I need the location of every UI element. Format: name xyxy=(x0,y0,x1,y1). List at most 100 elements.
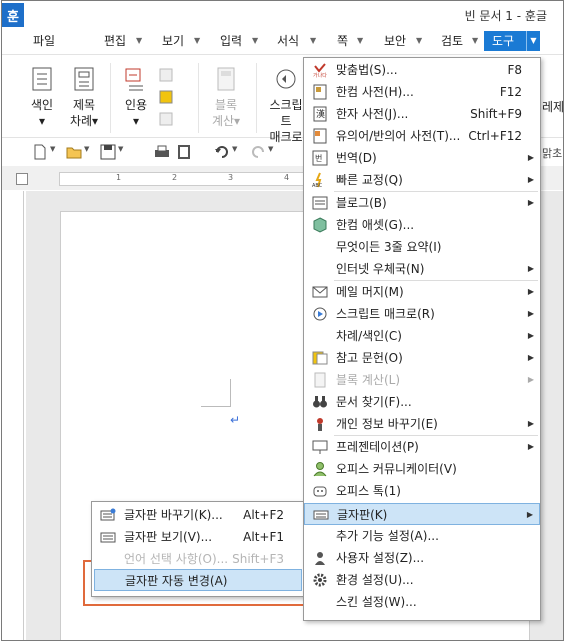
submenu-label: 글자판 보기(V)... xyxy=(124,530,213,544)
menu-security[interactable]: 보안 xyxy=(382,30,408,52)
menu-page[interactable]: 쪽 xyxy=(335,30,350,52)
index-button[interactable]: 색인 ▾ xyxy=(22,65,62,129)
menu-item[interactable]: 漢 한자 사전(J)... Shift+F9 xyxy=(304,103,540,125)
submenu-item-keyboard-auto-change[interactable]: 글자판 자동 변경(A) xyxy=(94,569,302,591)
chevron-down-icon[interactable]: ▼ xyxy=(357,30,363,52)
menu-item[interactable]: 문서 찾기(F)... xyxy=(304,391,540,413)
toc-button[interactable]: 제목 차례▾ xyxy=(64,65,104,129)
menu-item[interactable]: 인터넷 우체국(N) ▶ xyxy=(304,258,540,280)
ribbon-divider xyxy=(198,63,199,133)
menu-item[interactable]: 한컴 애셋(G)... xyxy=(304,214,540,236)
submenu-label: 글자판 자동 변경(A) xyxy=(125,574,228,588)
menu-item[interactable]: 가나다 맞춤법(S)... F8 xyxy=(304,59,540,81)
presentation-icon xyxy=(312,440,328,454)
script-macro-button[interactable]: 스크립트 매크로 xyxy=(264,65,308,145)
app-window: 훈 빈 문서 1 - 훈글 파일 편집 ▼ 보기 ▼ 입력 ▼ 서식 ▼ 쪽 ▼… xyxy=(1,0,564,641)
print-icon[interactable] xyxy=(154,144,170,160)
submenu-arrow-icon: ▶ xyxy=(527,175,534,184)
app-logo[interactable]: 훈 xyxy=(2,3,24,27)
citation-small-icons[interactable] xyxy=(156,65,178,135)
menu-insert[interactable]: 입력 xyxy=(218,30,244,52)
menu-item[interactable]: 무엇이든 3줄 요약(I) xyxy=(304,236,540,258)
menu-item[interactable]: 참고 문헌(O) ▶ xyxy=(304,347,540,369)
tab-stop-selector[interactable] xyxy=(16,173,28,185)
keyboard-switch-icon xyxy=(100,508,116,521)
chevron-down-icon[interactable]: ▼ xyxy=(526,31,540,51)
open-folder-icon[interactable] xyxy=(66,144,82,160)
menu-item[interactable]: 오피스 톡(1) xyxy=(304,480,540,502)
menu-item-label: 문서 찾기(F)... xyxy=(336,395,412,409)
menu-item-label: 번역(D) xyxy=(336,151,377,165)
chevron-down-icon[interactable]: ▼ xyxy=(268,145,273,153)
menu-item[interactable]: 사용자 설정(Z)... xyxy=(304,547,540,569)
save-icon[interactable] xyxy=(100,144,116,160)
undo-icon[interactable] xyxy=(214,144,230,160)
menu-item[interactable]: 스킨 설정(W)... xyxy=(304,591,540,613)
submenu-shortcut: Alt+F2 xyxy=(243,508,284,522)
menu-item-label: 무엇이든 3줄 요약(I) xyxy=(336,240,442,254)
toc-label: 제목 xyxy=(72,98,96,112)
menu-item-label: 개인 정보 바꾸기(E) xyxy=(336,417,438,431)
chevron-down-icon[interactable]: ▼ xyxy=(472,30,478,52)
menu-item[interactable]: 글자판(K) ▶ xyxy=(304,503,540,525)
chevron-down-icon[interactable]: ▼ xyxy=(118,145,123,153)
chevron-down-icon[interactable]: ▼ xyxy=(84,145,89,153)
chevron-down-icon[interactable]: ▼ xyxy=(310,30,316,52)
menu-item[interactable]: 메일 머지(M) ▶ xyxy=(304,281,540,303)
menu-item[interactable]: ABC 빠른 교정(Q) ▶ xyxy=(304,169,540,191)
submenu-item-language-options[interactable]: 언어 선택 사항(O)... Shift+F3 xyxy=(92,548,304,566)
mail-merge-icon xyxy=(312,286,328,298)
new-document-icon[interactable] xyxy=(32,144,48,160)
menu-tools[interactable]: 도구 ▼ xyxy=(484,31,540,51)
menu-edit[interactable]: 편집 xyxy=(102,30,128,52)
ruler-tick: 3 xyxy=(228,173,234,182)
menu-item-label: 사용자 설정(Z)... xyxy=(336,551,425,565)
preview-icon[interactable] xyxy=(176,144,192,160)
chevron-down-icon[interactable]: ▼ xyxy=(416,30,422,52)
chevron-down-icon[interactable]: ▼ xyxy=(50,145,55,153)
menu-item-shortcut: Ctrl+F12 xyxy=(468,129,522,143)
ribbon-right-partial[interactable]: 레제 xyxy=(542,99,563,115)
menu-item[interactable]: 한컴 사전(H)... F12 xyxy=(304,81,540,103)
menu-item[interactable]: 추가 기능 설정(A)... xyxy=(304,525,540,547)
menu-item[interactable]: 차례/색인(C) ▶ xyxy=(304,325,540,347)
menu-item-label: 맞춤법(S)... xyxy=(336,63,398,77)
menu-item-label: 오피스 커뮤니케이터(V) xyxy=(336,462,457,476)
menu-view[interactable]: 보기 xyxy=(160,30,186,52)
submenu-item-keyboard-view[interactable]: 글자판 보기(V)... Alt+F1 xyxy=(92,526,304,548)
redo-icon[interactable] xyxy=(250,144,266,160)
menu-item-label: 참고 문헌(O) xyxy=(336,351,403,365)
dictionary-icon xyxy=(313,84,327,100)
block-calc-arrow: 계산▾ xyxy=(211,114,241,128)
svg-text:ABC: ABC xyxy=(312,183,323,188)
chevron-down-icon[interactable]: ▼ xyxy=(136,30,142,52)
menu-review[interactable]: 검토 xyxy=(439,30,465,52)
menu-item[interactable]: 오피스 커뮤니케이터(V) xyxy=(304,458,540,480)
menu-item[interactable]: 프레젠테이션(P) ▶ xyxy=(304,436,540,458)
submenu-arrow-icon: ▶ xyxy=(527,419,534,428)
chevron-down-icon[interactable]: ▼ xyxy=(252,30,258,52)
vertical-ruler[interactable] xyxy=(12,191,24,640)
menu-item-shortcut: Shift+F9 xyxy=(470,107,522,121)
menu-item-label: 인터넷 우체국(N) xyxy=(336,262,425,276)
menu-item[interactable]: 유의어/반의어 사전(T)... Ctrl+F12 xyxy=(304,125,540,147)
synonym-dictionary-icon xyxy=(313,128,327,144)
menu-file[interactable]: 파일 xyxy=(31,30,57,52)
submenu-item-keyboard-switch[interactable]: 글자판 바꾸기(K)... Alt+F2 xyxy=(92,504,304,526)
gear-icon xyxy=(313,573,327,587)
block-calc-button[interactable]: 블록 계산▾ xyxy=(206,65,246,129)
citation-arrow: ▾ xyxy=(132,114,140,128)
menu-item[interactable]: 블록 계산(L) ▶ xyxy=(304,369,540,391)
menu-format[interactable]: 서식 xyxy=(275,30,301,52)
menu-item[interactable]: 블로그(B) ▶ xyxy=(304,192,540,214)
submenu-arrow-icon: ▶ xyxy=(527,153,534,162)
submenu-arrow-icon: ▶ xyxy=(527,287,534,296)
chevron-down-icon[interactable]: ▼ xyxy=(194,30,200,52)
menu-item[interactable]: 환경 설정(U)... xyxy=(304,569,540,591)
menu-item[interactable]: 스크립트 매크로(R) ▶ xyxy=(304,303,540,325)
chevron-down-icon[interactable]: ▼ xyxy=(232,145,237,153)
font-name-partial[interactable]: 맑초 xyxy=(542,145,562,161)
menu-item[interactable]: 개인 정보 바꾸기(E) ▶ xyxy=(304,413,540,435)
menu-item[interactable]: 번 번역(D) ▶ xyxy=(304,147,540,169)
citation-button[interactable]: 인용 ▾ xyxy=(116,65,156,129)
